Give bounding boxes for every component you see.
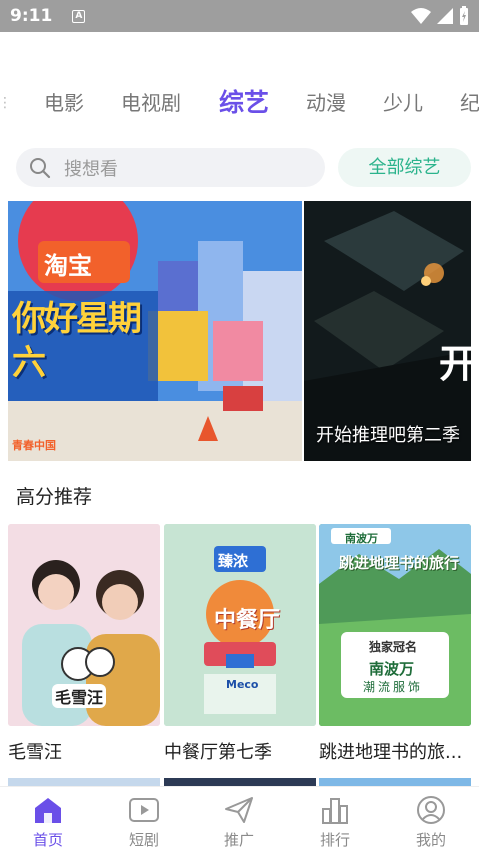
card-3-sponsor-name: 南波万 (369, 660, 415, 678)
send-icon (225, 797, 253, 823)
card-3-sponsor-line2: 潮流服饰 (363, 680, 424, 694)
card-1-poster-text: 毛雪汪 (52, 684, 107, 708)
card-geography[interactable]: 南波万 跳进地理书的旅行 独家冠名 南波万 潮流服饰 (319, 524, 471, 726)
status-time: 9:11 (10, 6, 53, 26)
tab-variety[interactable]: 综艺 (219, 82, 269, 124)
card-3-poster-text: 跳进地理书的旅行 (339, 554, 460, 572)
show-title-art: 你好星期六 (12, 299, 142, 383)
tab-anime[interactable]: 动漫 (306, 82, 346, 124)
card-2-poster-text: 中餐厅 (214, 608, 281, 633)
play-icon (129, 798, 159, 822)
nav-ranking[interactable]: 排行 (295, 787, 375, 852)
card-2-sub-brand: Meco (226, 678, 259, 691)
card-maoxuewang[interactable]: 毛雪汪 (8, 524, 160, 726)
search-icon (30, 157, 51, 178)
banner-corner-text: 青春中国 (12, 439, 56, 452)
side-banner-caption: 开始推理吧第二季 (316, 425, 460, 446)
notification-icon: A (72, 9, 86, 23)
search-placeholder: 搜想看 (64, 158, 118, 180)
nav-ranking-label: 排行 (319, 831, 350, 849)
tab-scroll-edge: ⋮ (0, 95, 12, 111)
tab-tv-series[interactable]: 电视剧 (121, 82, 181, 124)
side-banner-title-peek: 开 (438, 342, 471, 386)
card-zhongcanting[interactable]: 臻浓 中餐厅 Meco (164, 524, 316, 726)
nav-home-label: 首页 (32, 831, 63, 849)
nav-profile[interactable]: 我的 (391, 787, 471, 852)
tab-kids[interactable]: 少儿 (383, 82, 423, 124)
chart-icon (322, 798, 348, 824)
section-title: 高分推荐 (16, 486, 93, 508)
battery-icon (460, 6, 468, 25)
card-3-sponsor-line1: 独家冠名 (369, 640, 418, 654)
wifi-icon (411, 8, 431, 24)
search-input[interactable]: 搜想看 (16, 148, 325, 187)
status-bar: 9:11 A (0, 0, 479, 32)
nav-short-drama-label: 短剧 (128, 831, 159, 849)
nav-promote-label: 推广 (223, 831, 254, 849)
card-3-title[interactable]: 跳进地理书的旅... (319, 738, 471, 764)
taobao-logo: 淘宝 (44, 252, 92, 280)
user-icon (417, 796, 445, 824)
card-2-brand: 臻浓 (218, 552, 249, 570)
home-icon (35, 798, 61, 823)
nav-short-drama[interactable]: 短剧 (104, 787, 184, 852)
nav-promote[interactable]: 推广 (199, 787, 279, 852)
card-2-title[interactable]: 中餐厅第七季 (164, 738, 316, 764)
all-variety-button[interactable]: 全部综艺 (338, 148, 471, 187)
banner-main[interactable]: 淘宝 你好星期六 青春中国 (8, 201, 302, 461)
banner-side[interactable]: 开 开始推理吧第二季 (304, 201, 471, 461)
nav-home[interactable]: 首页 (8, 787, 88, 852)
nav-profile-label: 我的 (415, 831, 446, 849)
card-3-sponsor-tag: 南波万 (345, 532, 378, 545)
category-tabs: ⋮ 电影 电视剧 综艺 动漫 少儿 纪 (0, 82, 479, 126)
status-icons (411, 6, 469, 26)
signal-icon (437, 8, 453, 24)
bottom-nav: 首页 短剧 推广 排行 我的 (0, 786, 479, 851)
card-1-title[interactable]: 毛雪汪 (8, 738, 160, 764)
tab-documentary[interactable]: 纪 (460, 82, 479, 124)
tab-movie[interactable]: 电影 (44, 82, 84, 124)
